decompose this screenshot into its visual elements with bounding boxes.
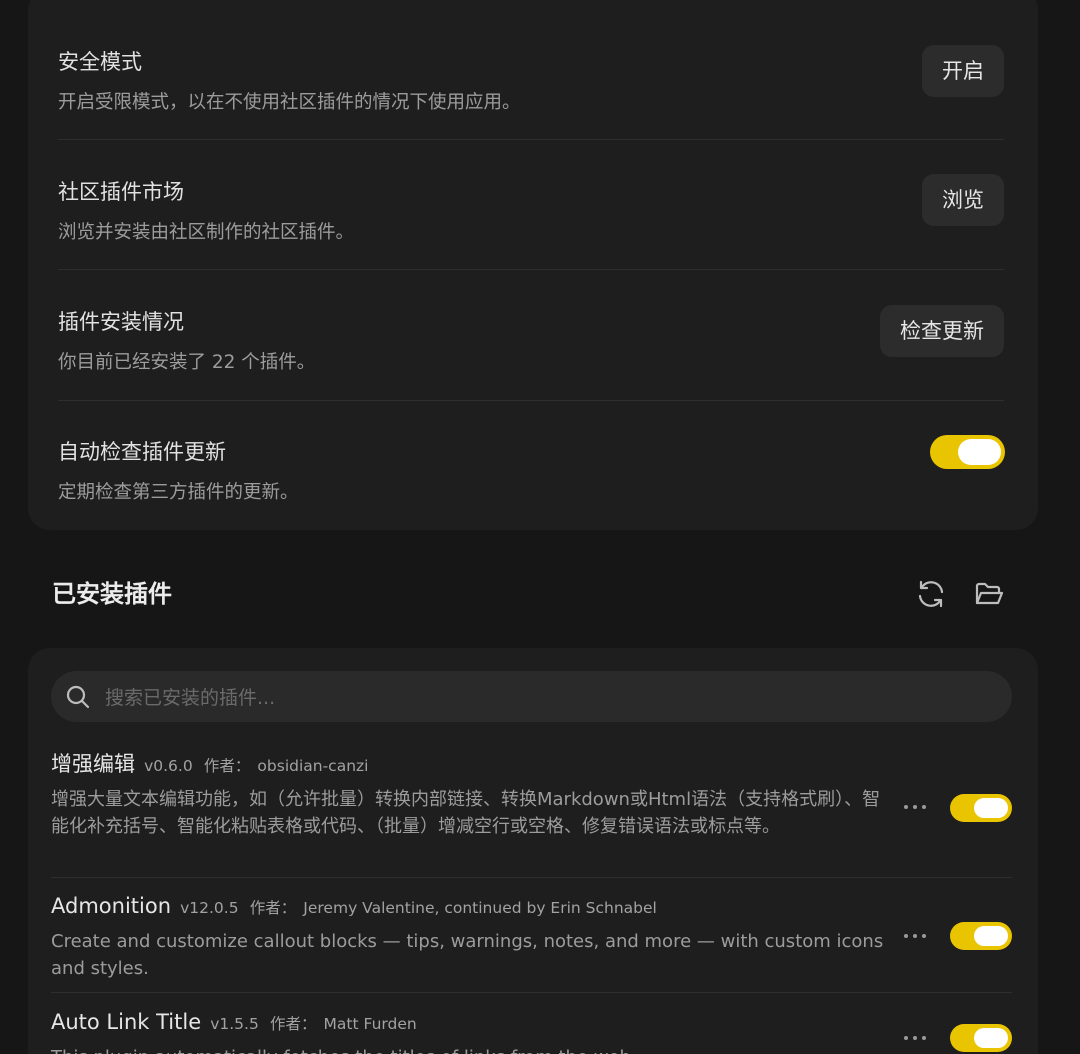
setting-name: 插件安装情况 <box>58 310 184 334</box>
search-input[interactable] <box>103 671 997 724</box>
plugin-desc: Create and customize callout blocks — ti… <box>51 931 884 979</box>
more-options-icon[interactable] <box>902 1033 930 1043</box>
safe-mode-enable-button[interactable]: 开启 <box>922 45 1004 97</box>
check-updates-button[interactable]: 检查更新 <box>880 305 1004 357</box>
toggle-knob <box>974 798 1008 818</box>
folder-open-icon[interactable] <box>973 578 1005 610</box>
setting-auto-check: 自动检查插件更新 定期检查第三方插件的更新。 <box>58 436 1004 504</box>
reload-icon[interactable] <box>915 578 947 610</box>
browse-plugins-button[interactable]: 浏览 <box>922 174 1004 226</box>
plugin-author-label: 作者： <box>249 899 297 917</box>
plugin-version: v1.5.5 <box>210 1015 259 1033</box>
auto-check-toggle[interactable] <box>930 435 1005 469</box>
divider <box>58 269 1004 270</box>
setting-name: 社区插件市场 <box>58 180 184 204</box>
plugin-author: obsidian-canzi <box>257 757 369 775</box>
more-options-icon[interactable] <box>902 931 930 941</box>
plugin-item: 增强编辑 v0.6.0 作者： obsidian-canzi 增强大量文本编辑功… <box>51 750 891 840</box>
setting-name: 安全模式 <box>58 50 142 74</box>
setting-name: 自动检查插件更新 <box>58 440 226 464</box>
plugin-name: Admonition <box>51 894 172 918</box>
plugin-author: Jeremy Valentine, continued by Erin Schn… <box>303 899 657 917</box>
plugin-name: 增强编辑 <box>51 752 135 776</box>
plugin-name: Auto Link Title <box>51 1010 202 1034</box>
divider <box>58 139 1004 140</box>
toggle-knob <box>974 926 1008 946</box>
setting-desc: 浏览并安装由社区制作的社区插件。 <box>58 222 355 243</box>
divider <box>58 400 1004 401</box>
setting-desc: 你目前已经安装了 22 个插件。 <box>58 352 316 373</box>
plugin-desc: This plugin automatically fetches the ti… <box>51 1044 891 1054</box>
setting-desc: 开启受限模式，以在不使用社区插件的情况下使用应用。 <box>58 92 521 113</box>
plugin-toggle[interactable] <box>950 794 1012 822</box>
plugin-version: v12.0.5 <box>180 899 239 917</box>
toggle-knob <box>974 1028 1008 1048</box>
search-icon <box>65 684 91 710</box>
setting-community-market: 社区插件市场 浏览并安装由社区制作的社区插件。 <box>58 176 1004 244</box>
plugin-item: Auto Link Title v1.5.5 作者： Matt Furden T… <box>51 1008 891 1054</box>
setting-install-status: 插件安装情况 你目前已经安装了 22 个插件。 <box>58 306 1004 374</box>
divider <box>51 992 1012 993</box>
plugin-item: Admonition v12.0.5 作者： Jeremy Valentine,… <box>51 892 891 982</box>
setting-safe-mode: 安全模式 开启受限模式，以在不使用社区插件的情况下使用应用。 <box>58 46 1004 114</box>
plugin-settings-page: 安全模式 开启受限模式，以在不使用社区插件的情况下使用应用。 开启 社区插件市场… <box>0 0 1080 1054</box>
plugin-author: Matt Furden <box>323 1015 417 1033</box>
more-options-icon[interactable] <box>902 802 930 812</box>
plugin-toggle[interactable] <box>950 922 1012 950</box>
plugin-author-label: 作者： <box>203 757 251 775</box>
divider <box>51 877 1012 878</box>
plugin-version: v0.6.0 <box>144 757 193 775</box>
installed-plugins-title: 已安装插件 <box>52 580 172 608</box>
plugin-search <box>51 671 1012 724</box>
plugin-author-label: 作者： <box>269 1015 317 1033</box>
setting-desc: 定期检查第三方插件的更新。 <box>58 482 299 503</box>
plugin-desc: 增强大量文本编辑功能，如（允许批量）转换内部链接、转换Markdown或Html… <box>51 789 881 837</box>
toggle-knob <box>958 439 1001 465</box>
plugin-toggle[interactable] <box>950 1024 1012 1052</box>
